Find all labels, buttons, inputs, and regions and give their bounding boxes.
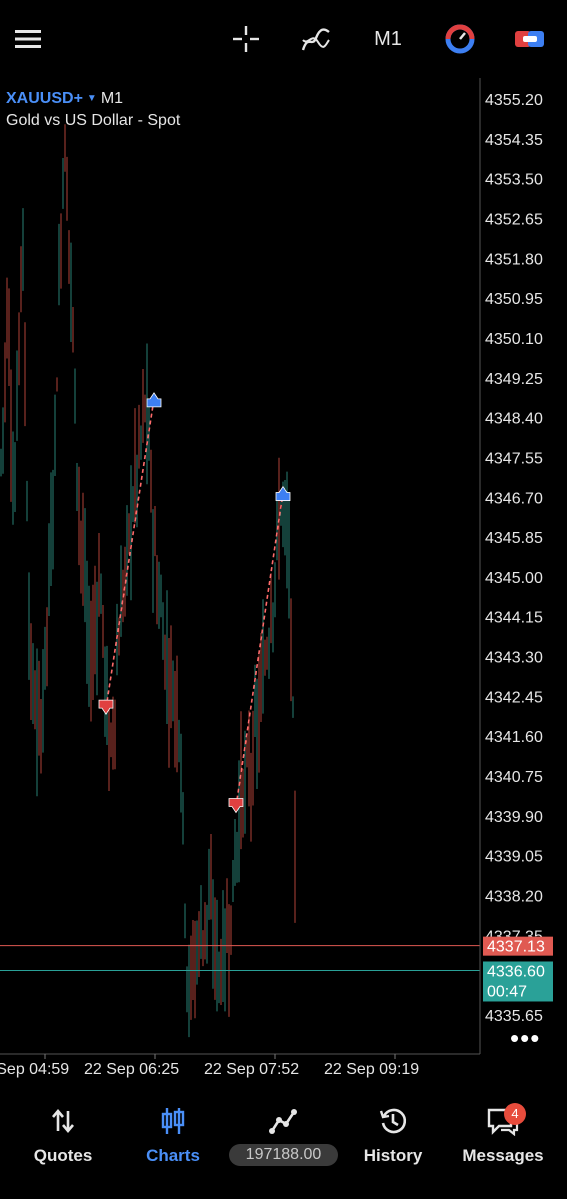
crosshair-icon[interactable]: [228, 16, 264, 62]
trade-chart-icon: [228, 1104, 338, 1138]
history-icon: [338, 1104, 448, 1138]
time-tick-label: 22 Sep 06:25: [84, 1061, 179, 1078]
buy-arrow-icon[interactable]: [275, 485, 291, 501]
window-toggle-icon[interactable]: [512, 16, 548, 62]
nav-messages[interactable]: Messages: [448, 1104, 558, 1166]
price-tick-label: 4345.00: [485, 570, 543, 587]
price-tick-label: 4353.50: [485, 172, 543, 189]
price-tick-label: 4355.20: [485, 92, 543, 109]
bid-price-label: 4336.60: [487, 963, 545, 980]
quotes-icon: [8, 1104, 118, 1138]
buy-arrow-icon[interactable]: [146, 392, 162, 408]
price-tick-label: 4343.30: [485, 650, 543, 667]
indicators-icon[interactable]: [298, 16, 334, 62]
price-tick-label: 4347.55: [485, 450, 543, 467]
price-tick-label: 4342.45: [485, 689, 543, 706]
price-tick-label: 4354.35: [485, 132, 543, 149]
price-tick-label: 4338.20: [485, 889, 543, 906]
price-tick-label: 4350.10: [485, 331, 543, 348]
price-tick-label: 4349.25: [485, 371, 543, 388]
symbol-header[interactable]: XAUUSD+ ▼ M1: [6, 90, 123, 108]
top-toolbar: M1: [0, 0, 567, 78]
ask-price-label: 4337.13: [487, 939, 545, 956]
nav-quotes[interactable]: Quotes: [8, 1104, 118, 1166]
nav-label: Charts: [146, 1146, 200, 1165]
nav-label: Quotes: [33, 1146, 93, 1165]
nav-trade[interactable]: [228, 1104, 338, 1138]
price-tick-label: 4345.85: [485, 530, 543, 547]
charts-icon: [118, 1104, 228, 1138]
time-tick-label: 22 Sep 04:59: [0, 1061, 69, 1078]
symbol-dropdown-icon[interactable]: ▼: [87, 93, 97, 104]
price-chart[interactable]: 4355.20 4354.35 4353.50 4352.65 4351.80 4350.…: [0, 78, 567, 1078]
price-tick-label: 4339.90: [485, 809, 543, 826]
nav-history[interactable]: History: [338, 1104, 448, 1166]
more-options-icon[interactable]: •••: [510, 1023, 540, 1054]
bar-countdown-label: 00:47: [487, 983, 527, 1000]
menu-icon[interactable]: [10, 16, 46, 62]
chart-area[interactable]: 4355.20 4354.35 4353.50 4352.65 4351.80 4350.…: [0, 78, 567, 1078]
symbol-timeframe: M1: [100, 90, 124, 107]
price-tick-label: 4344.15: [485, 610, 543, 627]
symbol-description: Gold vs US Dollar - Spot: [6, 112, 181, 129]
sell-arrow-icon[interactable]: [98, 699, 114, 715]
price-tick-label: 4339.05: [485, 849, 543, 866]
symbol-name[interactable]: XAUUSD+: [6, 90, 83, 107]
price-tick-label: 4340.75: [485, 769, 543, 786]
timeframe-button[interactable]: M1: [368, 16, 408, 62]
messages-count-badge: 4: [504, 1103, 526, 1125]
price-tick-label: 4341.60: [485, 729, 543, 746]
time-tick-label: 22 Sep 07:52: [204, 1061, 299, 1078]
price-tick-label: 4352.65: [485, 211, 543, 228]
balance-badge[interactable]: 197188.00: [229, 1144, 338, 1166]
price-tick-label: 4346.70: [485, 490, 543, 507]
price-tick-label: 4348.40: [485, 411, 543, 428]
trade-icon[interactable]: [442, 16, 478, 62]
price-tick-label: 4351.80: [485, 251, 543, 268]
time-tick-label: 22 Sep 09:19: [324, 1061, 419, 1078]
nav-charts[interactable]: Charts: [118, 1104, 228, 1166]
nav-label: Messages: [462, 1146, 544, 1165]
messages-icon: [448, 1104, 558, 1138]
nav-label: History: [363, 1146, 423, 1165]
price-tick-label: 4350.95: [485, 291, 543, 308]
